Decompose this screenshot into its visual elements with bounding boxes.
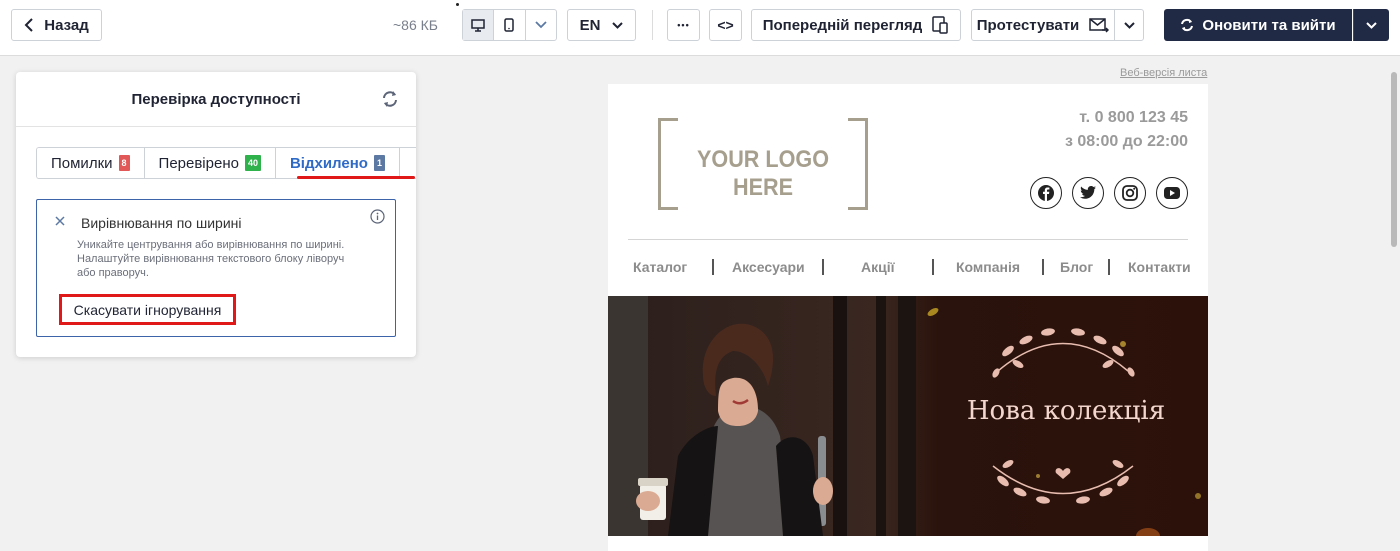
working-hours: з 08:00 до 22:00	[1064, 133, 1188, 150]
code-icon: <>	[717, 17, 734, 33]
test-label: Протестувати	[976, 16, 1080, 34]
facebook-icon[interactable]	[1030, 177, 1062, 209]
refresh-icon[interactable]	[380, 89, 400, 109]
nav-item-promotions[interactable]: Акції	[861, 259, 895, 275]
close-icon	[55, 216, 65, 226]
check-tabs: Помилки 8 Перевірено 40 Відхилено 1	[36, 147, 416, 179]
more-options-button[interactable]: •••	[667, 9, 700, 41]
preview-devices-icon	[932, 16, 949, 34]
preview-button[interactable]: Попередній перегляд	[751, 9, 961, 41]
errors-count-badge: 8	[118, 155, 130, 171]
nav-item-contacts[interactable]: Контакти	[1128, 259, 1191, 275]
tab-checked[interactable]: Перевірено 40	[144, 148, 276, 178]
email-preview: YOUR LOGO HERE т. 0 800 123 45 з 08:00 д…	[608, 84, 1208, 551]
twitter-icon[interactable]	[1072, 177, 1104, 209]
contact-info: т. 0 800 123 45 з 08:00 до 22:00	[1065, 106, 1188, 154]
nav-item-accessories[interactable]: Аксесуари	[732, 259, 805, 275]
tab-errors-label: Помилки	[51, 154, 113, 172]
sync-icon	[1181, 18, 1194, 32]
chevron-down-icon	[1366, 21, 1377, 29]
desktop-icon	[471, 18, 485, 32]
undo-ignore-label: Скасувати ігнорування	[73, 301, 222, 318]
code-view-button[interactable]: <>	[709, 9, 742, 41]
top-toolbar: Назад ~86 КБ EN ••• <> Попередній перегл…	[0, 0, 1400, 56]
scrollbar-thumb[interactable]	[1391, 72, 1397, 247]
chevron-down-icon	[1123, 21, 1135, 29]
toolbar-divider	[652, 10, 653, 40]
cursor-dot	[456, 3, 459, 6]
social-icons	[1030, 177, 1188, 209]
nav-item-blog[interactable]: Блог	[1060, 259, 1093, 275]
active-tab-highlight	[297, 176, 415, 179]
logo-text: YOUR LOGO HERE	[696, 146, 829, 201]
issue-card: Вирівнювання по ширині Уникайте центрува…	[36, 199, 396, 337]
tab-checked-label: Перевірено	[158, 154, 239, 172]
update-label: Оновити та вийти	[1202, 16, 1336, 34]
chevron-down-icon	[535, 21, 547, 29]
instagram-icon[interactable]	[1114, 177, 1146, 209]
tab-rejected-label: Відхилено	[289, 154, 368, 172]
nav-divider	[1108, 259, 1110, 275]
back-label: Назад	[44, 16, 89, 34]
mobile-icon	[504, 18, 515, 32]
nav-divider	[712, 259, 714, 275]
youtube-icon[interactable]	[1156, 177, 1188, 209]
tab-errors[interactable]: Помилки 8	[37, 148, 145, 178]
phone-number: т. 0 800 123 45	[1079, 109, 1188, 126]
logo-placeholder[interactable]: YOUR LOGO HERE	[658, 118, 868, 210]
issue-description: Уникайте центрування або вирівнювання по…	[77, 239, 345, 279]
checked-count-badge: 40	[244, 155, 261, 171]
tab-rejected[interactable]: Відхилено 1	[275, 148, 400, 178]
email-nav-menu: Каталог Аксесуари Акції Компанія Блог Ко…	[608, 259, 1208, 277]
nav-divider	[822, 259, 824, 275]
header-divider	[628, 239, 1188, 240]
test-button[interactable]: Протестувати	[971, 9, 1115, 41]
send-mail-icon	[1089, 17, 1110, 33]
desktop-view-button[interactable]	[463, 10, 495, 40]
hero-title: Нова колекція	[966, 396, 1166, 426]
update-dropdown-button[interactable]	[1353, 9, 1389, 41]
device-dropdown-button[interactable]	[526, 10, 556, 40]
nav-divider	[932, 259, 934, 275]
email-size-label: ~86 КБ	[393, 17, 438, 33]
panel-title: Перевірка доступності	[131, 90, 301, 108]
preview-label: Попередній перегляд	[762, 16, 923, 34]
update-and-exit-button[interactable]: Оновити та вийти	[1164, 9, 1352, 41]
nav-item-catalog[interactable]: Каталог	[633, 259, 687, 275]
chevron-down-icon	[612, 21, 624, 29]
device-switcher	[462, 9, 557, 41]
chevron-left-icon	[24, 18, 33, 32]
hero-banner[interactable]: Нова колекція	[608, 296, 1208, 544]
info-icon[interactable]	[370, 209, 385, 224]
mobile-view-button[interactable]	[494, 10, 526, 40]
more-icon: •••	[677, 20, 690, 30]
issue-title: Вирівнювання по ширині	[81, 215, 242, 231]
web-version-link[interactable]: Веб-версія листа	[1120, 67, 1207, 79]
undo-ignore-button[interactable]: Скасувати ігнорування	[59, 294, 236, 325]
language-label: EN	[579, 16, 601, 34]
nav-item-company[interactable]: Компанія	[956, 259, 1020, 275]
rejected-count-badge: 1	[373, 155, 385, 171]
accessibility-check-panel: Перевірка доступності Помилки 8 Перевіре…	[16, 72, 416, 357]
test-dropdown-button[interactable]	[1114, 9, 1144, 41]
language-select[interactable]: EN	[567, 9, 636, 41]
panel-header: Перевірка доступності	[16, 72, 416, 127]
back-button[interactable]: Назад	[11, 9, 102, 41]
nav-divider	[1042, 259, 1044, 275]
